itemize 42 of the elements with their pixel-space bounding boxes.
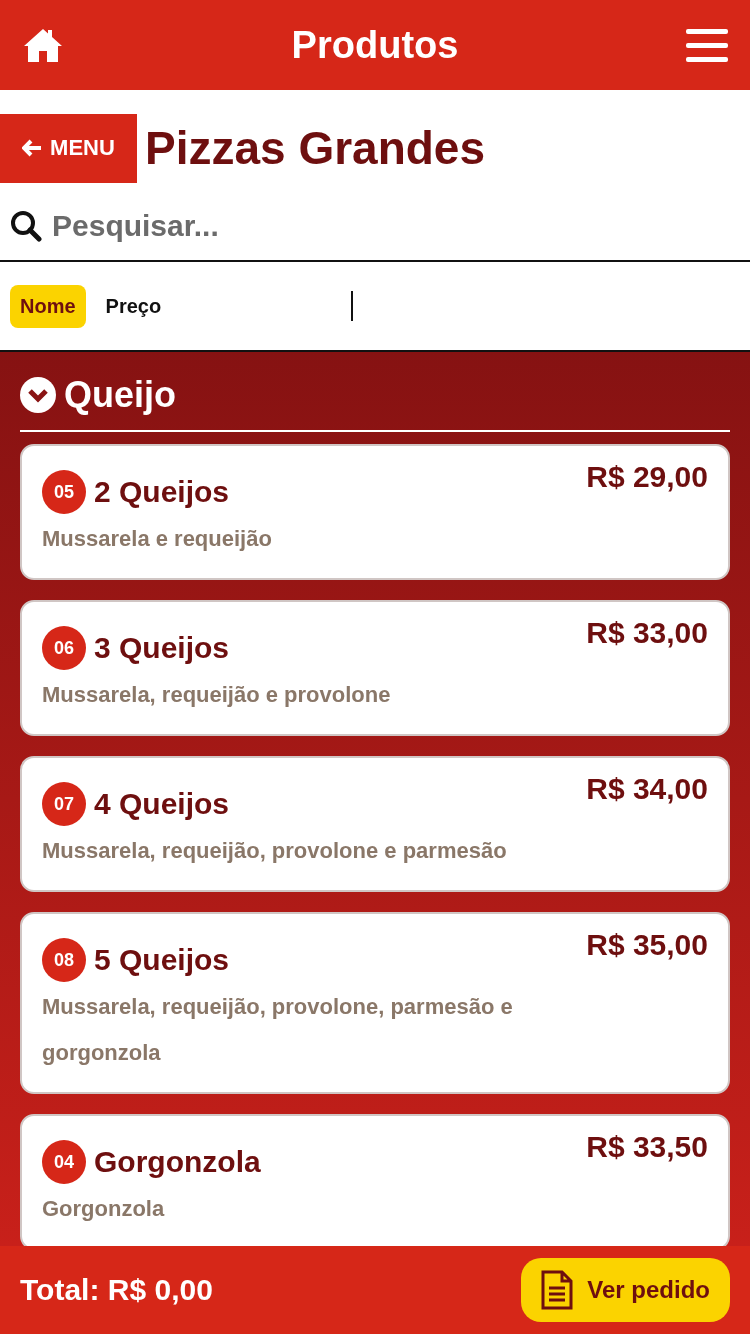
product-card[interactable]: 06 3 Queijos R$ 33,00 Mussarela, requeijão e provolone [20, 600, 730, 736]
menu-button[interactable] [686, 27, 728, 63]
product-code: 06 [42, 626, 86, 670]
product-description: Mussarela, requeijão, provolone e parmesão [42, 837, 508, 865]
category-name: Queijo [64, 374, 176, 416]
product-description: Gorgonzola [42, 1195, 166, 1223]
product-price: R$ 34,00 [586, 772, 708, 806]
product-price: R$ 33,00 [586, 616, 708, 650]
document-icon [541, 1270, 574, 1310]
back-button[interactable]: MENU [0, 113, 137, 183]
product-description: Mussarela, requeijão, provolone, parmesão e gorgonzola [42, 993, 514, 1067]
product-name: 3 Queijos [94, 631, 230, 665]
product-code: 04 [42, 1140, 86, 1184]
product-code: 07 [42, 782, 86, 826]
product-code: 08 [42, 938, 86, 982]
product-name: 4 Queijos [94, 787, 230, 821]
product-name: 2 Queijos [94, 475, 230, 509]
product-card[interactable]: 04 Gorgonzola R$ 33,50 Gorgonzola [20, 1114, 730, 1246]
home-button[interactable] [22, 26, 64, 64]
product-price: R$ 33,50 [586, 1130, 708, 1164]
product-description: Mussarela e requeijão [42, 525, 273, 553]
product-name: Gorgonzola [94, 1145, 261, 1179]
product-description: Mussarela, requeijão e provolone [42, 681, 392, 709]
product-price: R$ 29,00 [586, 460, 708, 494]
product-name: 5 Queijos [94, 943, 230, 977]
product-code: 05 [42, 470, 86, 514]
product-card[interactable]: 07 4 Queijos R$ 34,00 Mussarela, requeijão, provolone e parmesão [20, 756, 730, 892]
product-card[interactable]: 05 2 Queijos R$ 29,00 Mussarela e requeijão [20, 444, 730, 580]
product-price: R$ 35,00 [586, 928, 708, 962]
home-icon [22, 26, 64, 64]
page-title: Pizzas Grandes [145, 121, 486, 175]
sort-option[interactable]: Nome [10, 284, 86, 328]
sort-option[interactable]: Preço [95, 284, 172, 328]
search-icon [10, 210, 42, 242]
arrow-left-icon [22, 139, 43, 157]
order-total: Total: R$ 0,00 [20, 1273, 213, 1307]
product-card[interactable]: 08 5 Queijos R$ 35,00 Mussarela, requeijão, provolone, parmesão e gorgonzola [20, 912, 730, 1094]
menu-icon [686, 27, 728, 63]
category-header[interactable]: Queijo [20, 352, 730, 432]
view-order-button[interactable]: Ver pedido [521, 1258, 730, 1322]
header-title: Produtos [291, 23, 459, 67]
text-cursor [351, 291, 354, 321]
